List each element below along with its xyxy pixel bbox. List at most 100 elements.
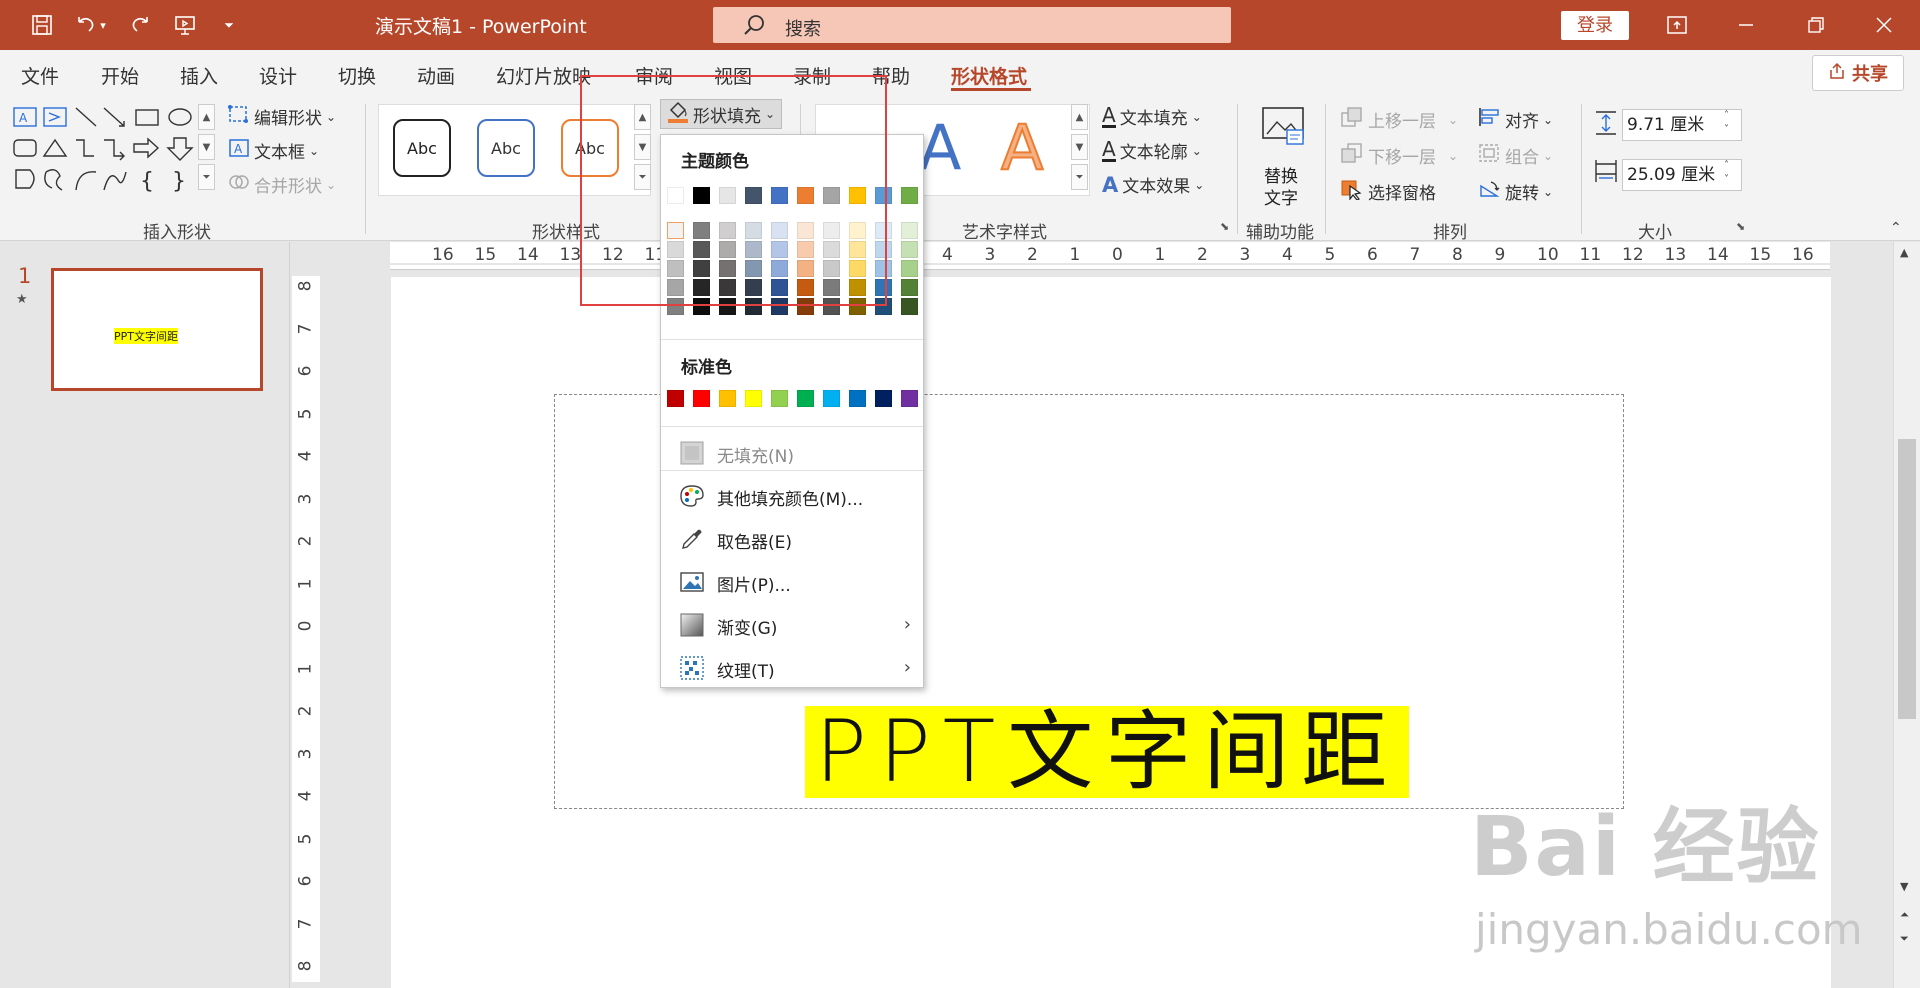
standard-color-swatch[interactable] [693,390,710,407]
align-button[interactable]: 对齐 ⌄ [1477,106,1553,133]
edit-shape-label: 编辑形状 [254,109,322,129]
merge-shapes-button[interactable]: 合并形状 ⌄ [228,172,336,197]
tab-slideshow[interactable]: 幻灯片放映 [496,62,591,89]
alt-text-button[interactable]: 替换 文字 [1258,106,1308,209]
text-outline-label: 文本轮廓 [1119,143,1188,163]
tab-design[interactable]: 设计 [259,62,297,89]
shape-style-blue[interactable]: Abc [477,119,535,177]
wordart-dialog-launcher-icon[interactable]: ⬊ [1220,220,1229,233]
next-slide-icon[interactable]: ⏷ [1900,932,1909,946]
standard-color-swatch[interactable] [823,390,840,407]
shape-gallery[interactable]: A { } [12,104,197,194]
save-icon[interactable] [27,10,57,40]
standard-color-swatch[interactable] [901,390,918,407]
present-icon[interactable] [170,10,200,40]
restore-icon[interactable] [1796,8,1836,42]
customize-qat-icon[interactable]: ⏷ [214,10,244,40]
eyedropper-item[interactable]: 取色器(E) [661,519,923,559]
shape-gallery-more[interactable]: ⏷ [198,164,215,190]
undo-dropdown-icon[interactable]: ▾ [96,10,110,40]
shape-gallery-scroll-down[interactable]: ▼ [198,134,215,160]
ruler-label: 4 [942,245,953,265]
edit-shape-button[interactable]: 编辑形状 ⌄ [228,104,336,129]
standard-color-swatch[interactable] [771,390,788,407]
group-button[interactable]: 组合 ⌄ [1477,142,1553,169]
shape-gallery-scroll-up[interactable]: ▲ [198,104,215,130]
gradient-item[interactable]: 渐变(G) › [661,605,923,645]
ruler-label: 5 [295,408,316,419]
picture-fill-item[interactable]: 图片(P)... [661,562,923,602]
tab-home[interactable]: 开始 [101,62,139,89]
alt-text-icon [1261,106,1305,151]
spin-arrows-icon[interactable]: ˄ ˅ [1724,109,1729,137]
text-fill-icon: A [1102,103,1116,128]
title-bar: ▾ ⏷ 演示文稿1 - PowerPoint 搜索 登录 [0,0,1920,50]
group-separator [1581,104,1582,234]
tab-file[interactable]: 文件 [21,62,59,89]
previous-slide-icon[interactable]: ⏶ [1900,908,1909,922]
send-backward-button[interactable]: 下移一层 ⌄ [1340,142,1458,169]
shape-style-black[interactable]: Abc [393,119,451,177]
theme-shade-swatch[interactable] [901,298,918,315]
ruler-label: 3 [984,245,996,265]
scrollbar-thumb[interactable] [1898,439,1916,719]
vertical-scrollbar[interactable]: ▲ ▼ ⏶ ⏷ [1893,242,1920,988]
selection-pane-icon [1340,178,1364,205]
share-button[interactable]: 共享 [1812,55,1904,91]
chevron-down-icon: ⌄ [326,177,337,192]
theme-shade-swatch[interactable] [901,260,918,277]
slide-thumbnail-pane: 1 ★ PPT文字间距 [0,242,290,988]
no-fill-item[interactable]: 无填充(N) [661,433,923,473]
login-button[interactable]: 登录 [1561,11,1629,40]
standard-color-swatch[interactable] [719,390,736,407]
wordart-more[interactable]: ⏷ [1071,164,1088,190]
ribbon-tabs: 文件 开始 插入 设计 切换 动画 幻灯片放映 审阅 视图 录制 帮助 形状格式… [0,50,1920,96]
text-outline-button[interactable]: A 文本轮廓 ⌄ [1102,138,1202,163]
slide-title-text[interactable]: PPT文字间距 [805,706,1410,798]
scroll-down-icon[interactable]: ▼ [1900,880,1908,893]
standard-color-swatch[interactable] [875,390,892,407]
standard-color-swatch[interactable] [797,390,814,407]
slide-thumbnail[interactable]: PPT文字间距 [51,268,263,391]
close-icon[interactable] [1864,8,1904,42]
theme-shade-swatch[interactable] [901,279,918,296]
tab-insert[interactable]: 插入 [180,62,218,89]
tab-shape-format[interactable]: 形状格式 [951,62,1027,89]
minimize-icon[interactable] [1726,8,1766,42]
ruler-label: 15 [1749,245,1772,265]
search-input[interactable]: 搜索 [713,7,1231,43]
selection-pane-label: 选择窗格 [1368,184,1436,204]
wordart-style-orange[interactable]: A [1000,110,1044,185]
standard-color-swatch[interactable] [667,390,684,407]
scroll-up-icon[interactable]: ▲ [1900,246,1908,259]
ruler-label: 7 [295,323,316,334]
chevron-down-icon: ⌄ [309,143,320,158]
ribbon-display-options-icon[interactable] [1657,8,1697,42]
tab-animations[interactable]: 动画 [417,62,455,89]
wordart-style-blue[interactable]: A [919,111,961,184]
tab-transitions[interactable]: 切换 [338,62,376,89]
wordart-scroll-up[interactable]: ▲ [1071,104,1088,130]
text-box-button[interactable]: A 文本框 ⌄ [228,138,319,163]
bring-forward-button[interactable]: 上移一层 ⌄ [1340,106,1458,133]
text-box-label: 文本框 [254,143,305,163]
search-icon [743,13,767,42]
standard-color-swatch[interactable] [745,390,762,407]
texture-item[interactable]: 纹理(T) › [661,648,923,688]
text-effects-button[interactable]: A 文本效果 ⌄ [1102,172,1204,198]
theme-color-swatch[interactable] [901,187,918,204]
theme-shade-swatch[interactable] [901,222,918,239]
more-fill-colors-item[interactable]: 其他填充颜色(M)... [661,476,923,516]
size-dialog-launcher-icon[interactable]: ⬊ [1736,220,1745,233]
selection-pane-button[interactable]: 选择窗格 [1340,178,1436,205]
theme-shade-swatch[interactable] [901,241,918,258]
redo-icon[interactable] [126,10,156,40]
send-backward-label: 下移一层 [1368,148,1436,168]
collapse-ribbon-icon[interactable]: ⌃ [1890,220,1902,236]
wordart-scroll-down[interactable]: ▼ [1071,134,1088,160]
svg-text:{: { [140,169,154,194]
spin-arrows-icon[interactable]: ˄ ˅ [1724,159,1729,187]
standard-color-swatch[interactable] [849,390,866,407]
rotate-button[interactable]: 旋转 ⌄ [1477,178,1553,205]
text-fill-button[interactable]: A 文本填充 ⌄ [1102,104,1202,129]
